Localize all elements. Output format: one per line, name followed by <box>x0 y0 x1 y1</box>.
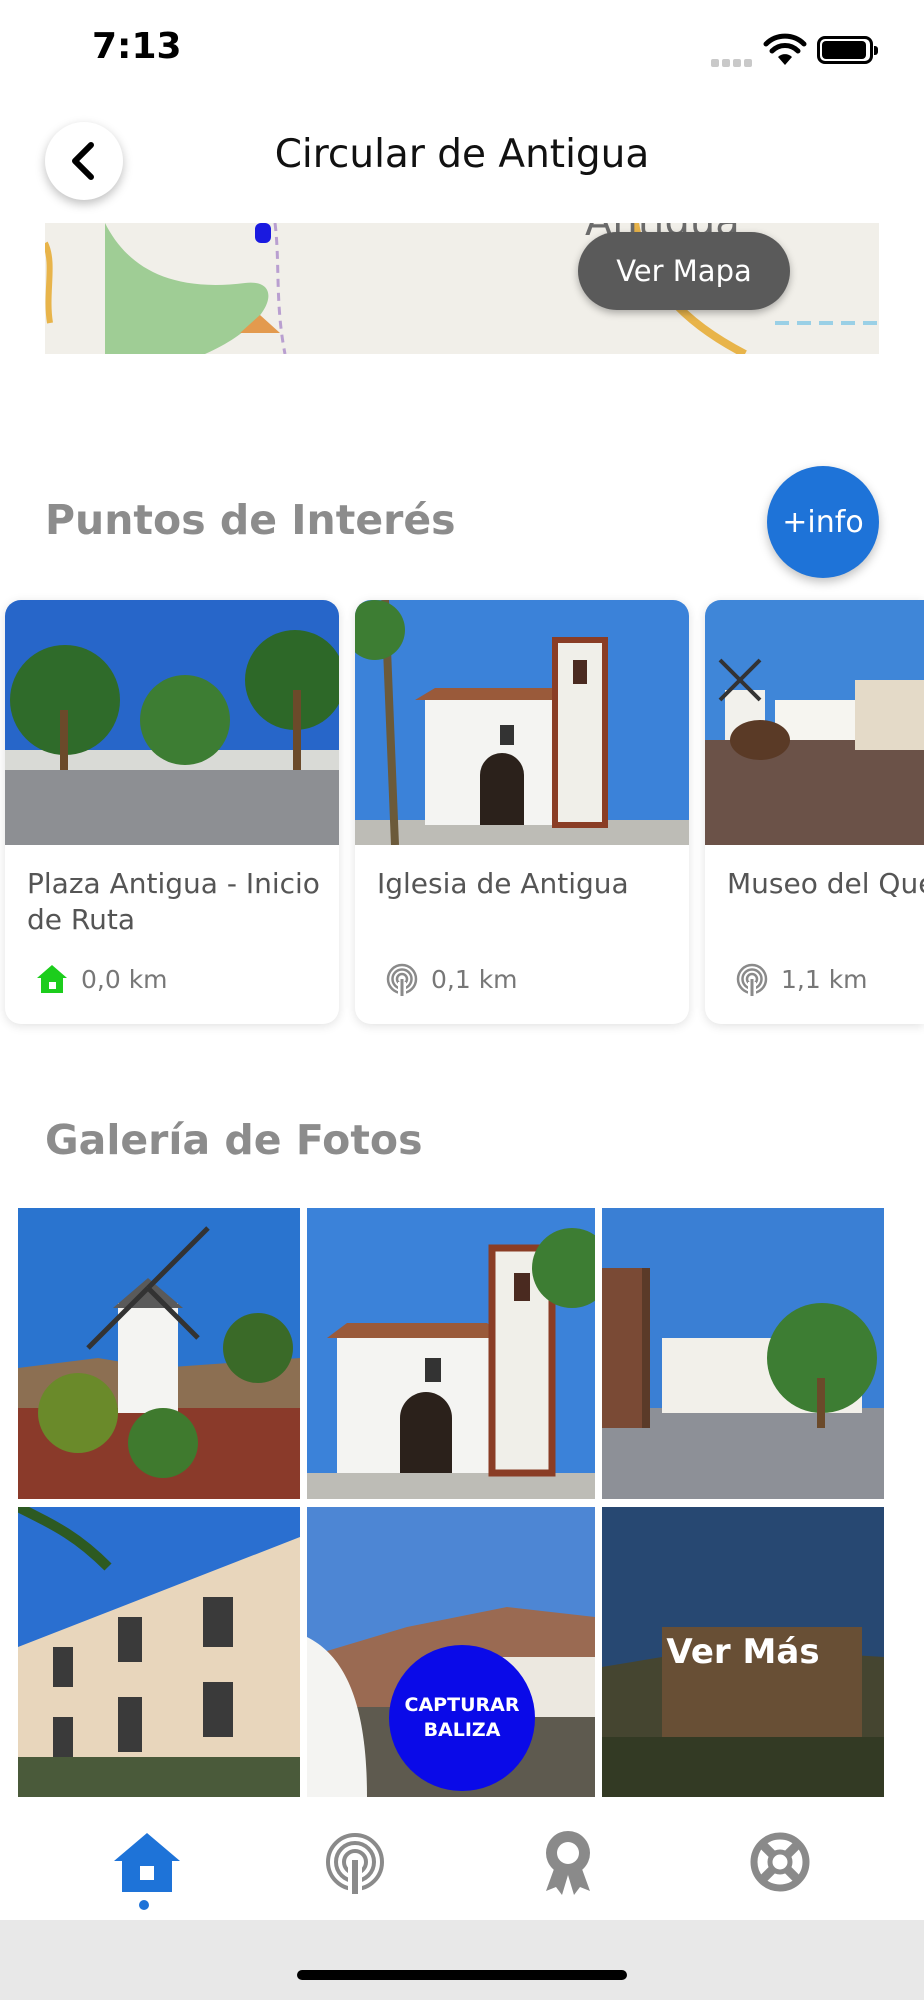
gallery-more[interactable]: Ver Más <box>602 1507 884 1797</box>
award-icon <box>546 1831 590 1895</box>
beacon-icon <box>736 963 768 996</box>
poi-distance-row: 0,0 km <box>35 962 168 996</box>
poi-card[interactable]: Iglesia de Antigua 0,1 km <box>355 600 689 1024</box>
home-icon <box>37 965 67 993</box>
poi-distance: 0,0 km <box>81 964 168 994</box>
capture-label-line1: CAPTURAR <box>404 1694 520 1716</box>
wifi-icon <box>763 33 807 65</box>
status-bar: 7:13 <box>0 0 924 100</box>
poi-card[interactable]: Museo del Que Majorero - ... 1,1 km <box>705 600 924 1024</box>
tab-beacons[interactable] <box>319 1826 391 1898</box>
status-time: 7:13 <box>92 26 182 67</box>
poi-photo <box>705 600 924 845</box>
poi-photo <box>355 600 689 845</box>
poi-card[interactable]: Plaza Antigua - Inicio de Ruta 0,0 km <box>5 600 339 1024</box>
more-info-button[interactable]: +info <box>767 466 879 578</box>
poi-distance-row: 1,1 km <box>735 962 868 996</box>
beacon-icon <box>386 963 418 996</box>
home-indicator-area <box>0 1920 924 2000</box>
view-more-label: Ver Más <box>602 1507 884 1797</box>
poi-distance-row: 0,1 km <box>385 962 518 996</box>
page-title: Circular de Antigua <box>274 132 650 177</box>
poi-title: Iglesia de Antigua <box>377 867 629 900</box>
poi-distance: 1,1 km <box>781 964 868 994</box>
tab-help[interactable] <box>744 1826 816 1898</box>
beacon-icon <box>326 1833 384 1894</box>
home-indicator[interactable] <box>297 1970 627 1980</box>
capture-label-line2: BALIZA <box>423 1719 501 1741</box>
poi-heading: Puntos de Interés <box>45 496 456 544</box>
gallery-heading: Galería de Fotos <box>45 1116 423 1164</box>
poi-title: Museo del Que Majorero - ... <box>727 867 924 900</box>
home-icon <box>114 1833 180 1892</box>
tab-home[interactable] <box>111 1826 183 1898</box>
poi-title: Plaza Antigua - Inicio de Ruta <box>27 867 320 936</box>
poi-photo <box>5 600 339 845</box>
battery-icon <box>817 36 878 64</box>
capture-beacon-button[interactable]: CAPTURAR BALIZA <box>389 1645 535 1791</box>
back-button[interactable] <box>45 122 123 200</box>
active-tab-indicator <box>139 1900 149 1910</box>
poi-distance: 0,1 km <box>431 964 518 994</box>
chevron-left-icon <box>72 142 94 180</box>
signal-icon <box>711 52 755 67</box>
view-map-button[interactable]: Ver Mapa <box>578 232 790 310</box>
gallery-photo[interactable] <box>18 1507 300 1797</box>
tab-awards[interactable] <box>532 1826 604 1898</box>
gallery-photo[interactable] <box>307 1208 595 1499</box>
gallery-photo[interactable] <box>602 1208 884 1499</box>
gallery-photo[interactable] <box>18 1208 300 1499</box>
lifebuoy-icon <box>750 1832 810 1892</box>
